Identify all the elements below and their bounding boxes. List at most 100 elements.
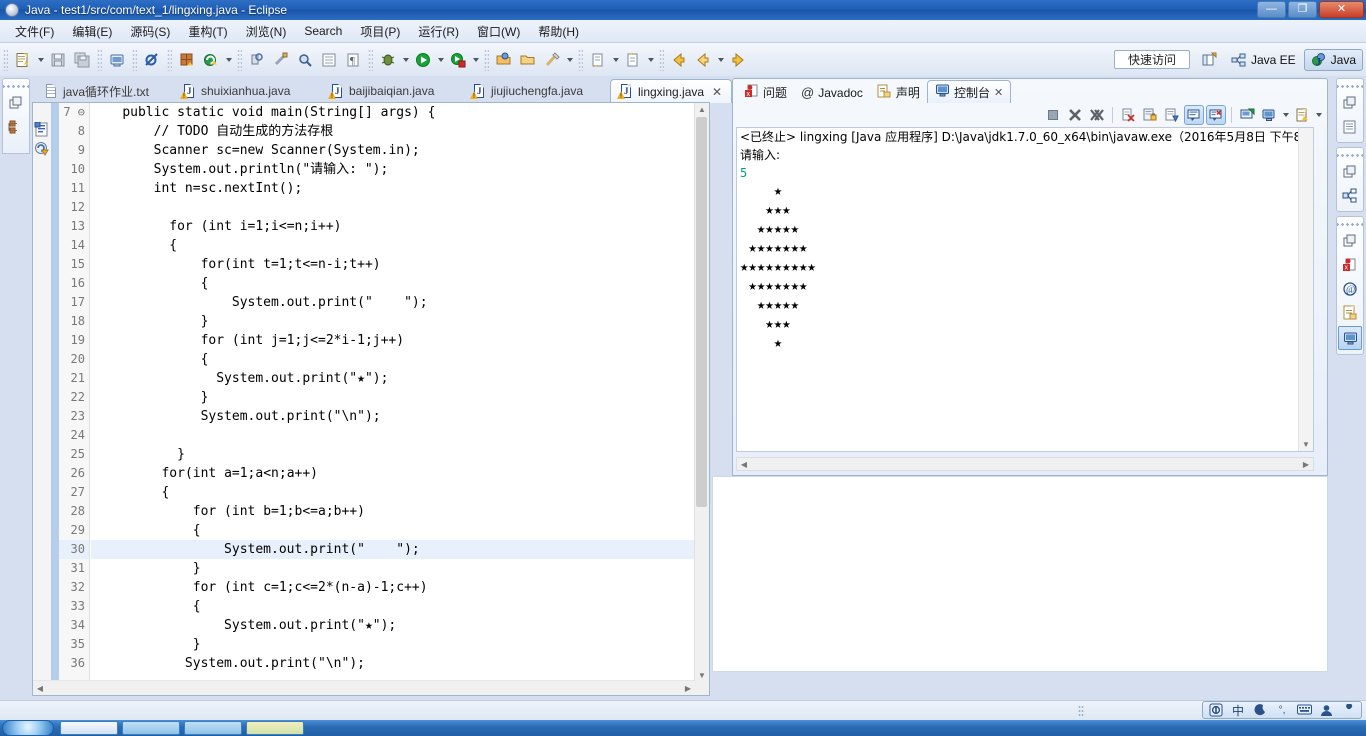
toolbar-grip-3[interactable] — [132, 48, 137, 71]
fast-view-grip-console[interactable] — [1337, 219, 1363, 228]
console-scroll-left-arrow-icon[interactable]: ◀ — [738, 458, 750, 470]
code-line[interactable]: for (int i=1;i<=n;i++) — [91, 217, 695, 236]
editor-tab-shuixianhua[interactable]: J shuixianhua.java — [174, 80, 299, 102]
code-editor[interactable]: 7 ⊖ 8 9 10 11 12 13 14 15 16 17 18 19 20 21 22 23 24 25 26 2… — [32, 102, 710, 696]
console-output[interactable]: <已终止> lingxing [Java 应用程序] D:\Java\jdk1.… — [736, 127, 1314, 452]
skip-breakpoints-icon[interactable] — [141, 49, 163, 71]
code-line[interactable]: { — [91, 483, 695, 502]
taskbar-item-3[interactable] — [184, 721, 242, 735]
coverage-dropdown-arrow-icon[interactable] — [470, 49, 481, 71]
new-wizard-dropdown-arrow-icon[interactable] — [35, 49, 46, 71]
new-java-class-icon[interactable] — [200, 49, 222, 71]
save-all-icon[interactable] — [71, 49, 93, 71]
restore-icon[interactable] — [1339, 230, 1361, 252]
code-line[interactable]: // TODO 自动生成的方法存根 — [91, 122, 695, 141]
show-console-on-error-icon[interactable] — [1206, 105, 1226, 125]
start-orb-icon[interactable] — [2, 720, 54, 736]
scroll-left-arrow-icon[interactable]: ◀ — [34, 682, 46, 694]
code-line[interactable]: for (int c=1;c<=2*(n-a)-1;c++) — [91, 578, 695, 597]
code-line[interactable]: } — [91, 445, 695, 464]
menu-window[interactable]: 窗口(W) — [468, 21, 529, 42]
code-line[interactable] — [91, 426, 695, 445]
code-line[interactable]: public static void main(String[] args) { — [91, 103, 695, 122]
toolbar-grip-5[interactable] — [237, 48, 242, 71]
toolbar-grip-9[interactable] — [659, 48, 664, 71]
debug-icon[interactable] — [377, 49, 399, 71]
toggle-mark-occurrences-icon[interactable] — [318, 49, 340, 71]
editor-tab-close-icon[interactable]: ✕ — [712, 85, 722, 99]
maximize-button[interactable]: ❐ — [1288, 1, 1317, 18]
editor-tab-baijibaiqian[interactable]: J baijibaiqian.java — [322, 80, 443, 102]
console-scroll-down-arrow-icon[interactable]: ▼ — [1300, 438, 1312, 450]
code-vertical-scrollbar[interactable]: ▲ ▼ — [694, 103, 709, 695]
outline-icon[interactable] — [1339, 116, 1361, 138]
toolbar-grip-6[interactable] — [368, 48, 373, 71]
forward-icon[interactable] — [692, 49, 714, 71]
scroll-lock-icon[interactable] — [1140, 105, 1160, 125]
display-console-arrow-icon[interactable] — [1280, 104, 1291, 126]
remove-launch-icon[interactable] — [1065, 105, 1085, 125]
open-folder-icon[interactable] — [517, 49, 539, 71]
toolbar-grip-2[interactable] — [97, 48, 102, 71]
lock-scroll-icon[interactable] — [1162, 105, 1182, 125]
code-line[interactable]: System.out.print(" "); — [91, 293, 695, 312]
code-line[interactable]: System.out.print("★"); — [91, 369, 695, 388]
history-dropdown-arrow-icon[interactable] — [715, 49, 726, 71]
previous-annotation-icon[interactable] — [622, 49, 644, 71]
menu-help[interactable]: 帮助(H) — [529, 21, 588, 42]
code-line[interactable]: { — [91, 274, 695, 293]
new-java-package-icon[interactable] — [176, 49, 198, 71]
ime-logo-icon[interactable] — [1207, 702, 1225, 718]
minimize-button[interactable]: — — [1257, 1, 1286, 18]
code-line[interactable]: } — [91, 388, 695, 407]
chinese-mode-icon[interactable]: 中 — [1229, 702, 1247, 718]
restore-icon[interactable] — [5, 92, 27, 114]
quick-access-input[interactable]: 快速访问 — [1114, 50, 1190, 69]
code-vscroll-thumb[interactable] — [696, 117, 707, 507]
close-button[interactable]: ✕ — [1319, 1, 1364, 18]
menu-file[interactable]: 文件(F) — [6, 21, 63, 42]
print-icon[interactable] — [106, 49, 128, 71]
view-tab-declaration[interactable]: 声明 — [870, 82, 927, 103]
back-icon[interactable] — [668, 49, 690, 71]
view-tab-problems[interactable]: x 问题 — [737, 82, 794, 103]
terminate-icon[interactable] — [1043, 105, 1063, 125]
code-line[interactable]: } — [91, 559, 695, 578]
show-console-on-output-icon[interactable] — [1184, 105, 1204, 125]
code-line[interactable]: for(int a=1;a<n;a++) — [91, 464, 695, 483]
hierarchy-icon[interactable] — [1339, 185, 1361, 207]
code-line[interactable]: System.out.print("★"); — [91, 616, 695, 635]
code-line[interactable]: Scanner sc=new Scanner(System.in); — [91, 141, 695, 160]
open-console-icon[interactable] — [1292, 105, 1312, 125]
editor-tab-lingxing[interactable]: J lingxing.java ✕ — [610, 79, 733, 103]
view-tab-javadoc[interactable]: @ Javadoc — [794, 82, 870, 103]
fast-view-grip-outline[interactable] — [1337, 81, 1363, 90]
edit-icon[interactable] — [541, 49, 563, 71]
code-line[interactable]: System.out.print(" "); — [91, 540, 695, 559]
taskbar-item-4[interactable] — [246, 721, 304, 735]
menu-navigate[interactable]: 浏览(N) — [237, 21, 296, 42]
code-line[interactable]: System.out.print("\n"); — [91, 654, 695, 673]
toolbar-grip[interactable] — [3, 48, 8, 71]
declaration-icon[interactable] — [1339, 302, 1361, 324]
open-console-arrow-icon[interactable] — [1313, 104, 1324, 126]
run-dropdown-arrow-icon[interactable] — [435, 49, 446, 71]
next-icon[interactable] — [727, 49, 749, 71]
warning-marker-icon[interactable] — [34, 141, 50, 157]
annotation-ruler[interactable] — [33, 103, 52, 695]
todo-marker-icon[interactable] — [34, 121, 50, 138]
taskbar-item-1[interactable] — [60, 721, 118, 735]
code-horizontal-scrollbar[interactable]: ◀ ▶ — [33, 680, 695, 695]
code-line[interactable]: } — [91, 635, 695, 654]
new-class-dropdown-arrow-icon[interactable] — [223, 49, 234, 71]
code-line[interactable]: int n=sc.nextInt(); — [91, 179, 695, 198]
console-icon[interactable] — [1338, 326, 1362, 350]
scroll-down-arrow-icon[interactable]: ▼ — [696, 669, 708, 681]
console-vertical-scrollbar[interactable]: ▼ — [1298, 128, 1313, 451]
open-type-icon[interactable] — [246, 49, 268, 71]
menu-run[interactable]: 运行(R) — [409, 21, 468, 42]
code-line[interactable]: for(int t=1;t<=n-i;t++) — [91, 255, 695, 274]
new-wizard-icon[interactable] — [12, 49, 34, 71]
console-scroll-right-arrow-icon[interactable]: ▶ — [1300, 458, 1312, 470]
toolbar-grip-4[interactable] — [167, 48, 172, 71]
